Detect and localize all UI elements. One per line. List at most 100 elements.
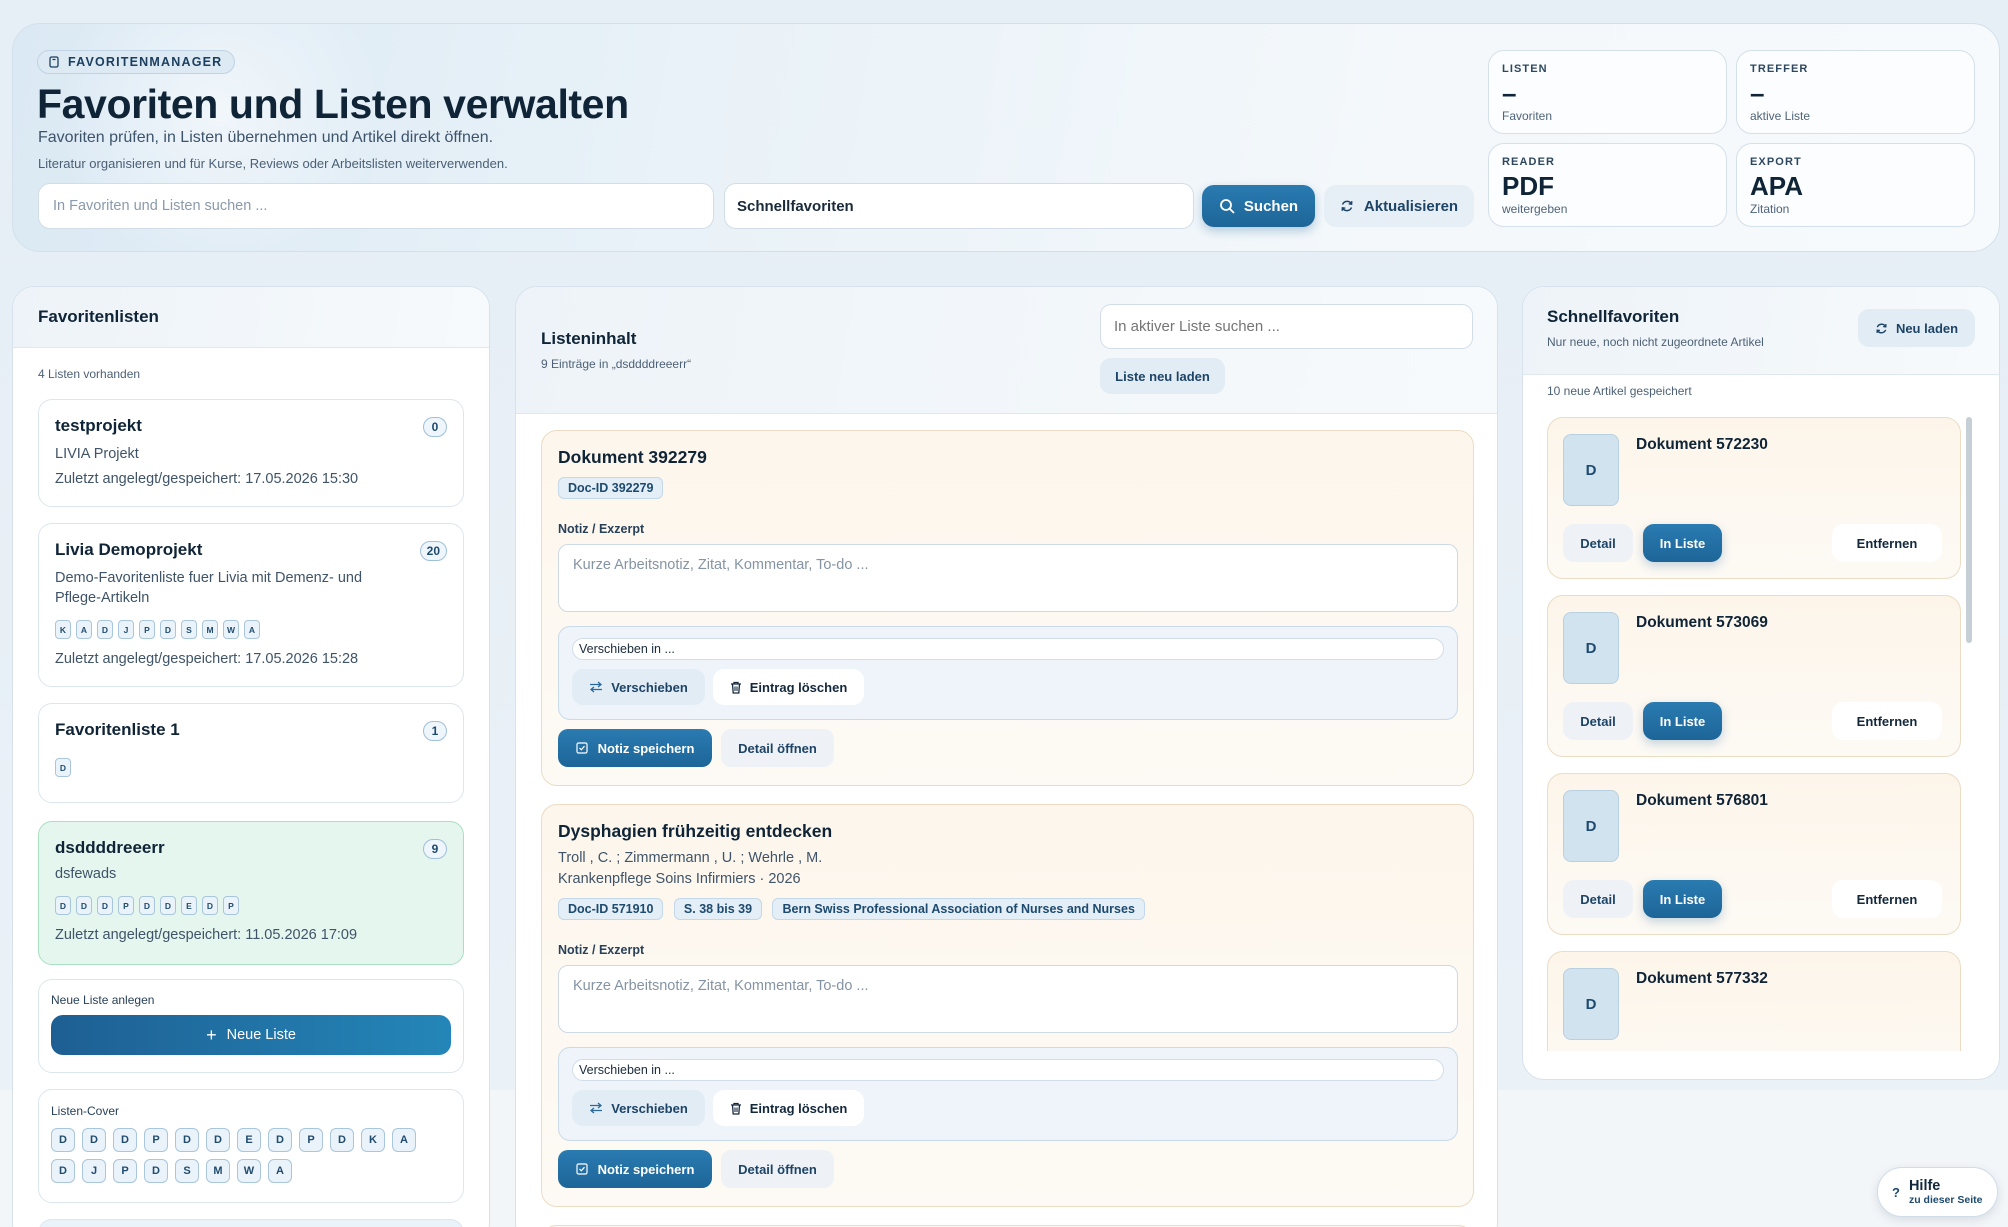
stat-label: READER [1502, 156, 1556, 168]
list-cover-chips: D D D P D D E D P D K A D J P D S M W A [51, 1128, 441, 1183]
quick-favorites-count: 10 neue Artikel gespeichert [1547, 384, 1692, 398]
quick-favorites-list[interactable]: D Dokument 572230 Detail In Liste Entfer… [1523, 417, 1999, 1051]
refresh-button[interactable]: Aktualisieren [1324, 185, 1474, 227]
cover-chip[interactable]: D [113, 1128, 137, 1152]
quick-add-to-list-button[interactable]: In Liste [1643, 702, 1722, 740]
stat-caption: aktive Liste [1750, 109, 1811, 123]
list-chips: D [55, 758, 447, 777]
scope-select[interactable]: Schnellfavoriten [724, 183, 1194, 229]
search-icon [1220, 199, 1235, 214]
cover-chip[interactable]: P [299, 1128, 323, 1152]
cover-chip[interactable]: M [206, 1159, 230, 1183]
move-target-placeholder: Verschieben in ... [579, 1063, 675, 1077]
delete-entry-button-label: Eintrag löschen [749, 1100, 848, 1116]
quick-favorite-card: D Dokument 577332 Detail In Liste Entfer… [1547, 951, 1961, 1051]
list-description: dsfewads [55, 866, 117, 882]
list-content-panel: Listeninhalt 9 Einträge in „dsddddreeerr… [515, 286, 1498, 1227]
stat-caption: weitergeben [1502, 202, 1568, 216]
move-entry-box: Verschieben in ... Verschieben Eintrag l… [558, 1047, 1458, 1141]
cover-chip[interactable]: W [237, 1159, 261, 1183]
swap-arrows-icon [590, 1102, 603, 1114]
cover-chip[interactable]: D [144, 1159, 168, 1183]
save-note-button[interactable]: Notiz speichern [558, 1150, 712, 1188]
open-detail-button[interactable]: Detail öffnen [721, 1150, 834, 1188]
stat-label: TREFFER [1750, 63, 1809, 75]
cover-chip[interactable]: D [51, 1159, 75, 1183]
cover-chip[interactable]: P [113, 1159, 137, 1183]
quick-detail-button[interactable]: Detail [1563, 880, 1633, 918]
refresh-button-label: Aktualisieren [1363, 197, 1459, 215]
list-chip: P [118, 896, 134, 915]
quick-favorite-title: Dokument 577332 [1636, 970, 1768, 987]
cover-chip[interactable]: D [82, 1128, 106, 1152]
list-count-badge: 9 [423, 839, 447, 859]
save-note-button[interactable]: Notiz speichern [558, 729, 712, 767]
move-button[interactable]: Verschieben [572, 669, 705, 705]
cover-chip[interactable]: A [268, 1159, 292, 1183]
list-chip: A [76, 620, 92, 639]
cover-chip[interactable]: D [51, 1128, 75, 1152]
new-list-section: Neue Liste anlegen + Neue Liste [38, 979, 464, 1073]
list-card-testprojekt[interactable]: testprojekt 0 LIVIA Projekt Zuletzt ange… [38, 399, 464, 507]
quick-add-to-list-button[interactable]: In Liste [1643, 524, 1722, 562]
document-thumbnail: D [1563, 434, 1619, 506]
move-target-select[interactable]: Verschieben in ... [572, 638, 1444, 660]
list-card-favoritenliste-1[interactable]: Favoritenliste 1 1 D [38, 703, 464, 803]
document-thumbnail: D [1563, 968, 1619, 1040]
help-icon: ? [1892, 1184, 1900, 1200]
document-thumbnail: D [1563, 790, 1619, 862]
list-chip: K [55, 620, 71, 639]
move-button[interactable]: Verschieben [572, 1090, 705, 1126]
open-detail-button[interactable]: Detail öffnen [721, 729, 834, 767]
stat-value: – [1750, 78, 1765, 108]
quick-remove-button[interactable]: Entfernen [1832, 702, 1942, 740]
stat-value: PDF [1502, 171, 1554, 201]
list-chip: M [202, 620, 218, 639]
search-button[interactable]: Suchen [1202, 185, 1315, 227]
list-card-dsddddreeerr[interactable]: dsddddreeerr 9 dsfewads D D D P D D E D … [38, 821, 464, 965]
quick-add-to-list-button[interactable]: In Liste [1643, 880, 1722, 918]
quick-remove-button[interactable]: Entfernen [1832, 524, 1942, 562]
list-count-badge: 1 [423, 721, 447, 741]
delete-entry-button[interactable]: Eintrag löschen [713, 669, 864, 705]
quick-favorites-subtitle: Nur neue, noch nicht zugeordnete Artikel [1547, 335, 1764, 349]
help-button[interactable]: ? Hilfe zu dieser Seite [1877, 1167, 1998, 1217]
note-textarea[interactable] [558, 544, 1458, 612]
page-title: Favoriten und Listen verwalten [37, 81, 629, 127]
cover-chip[interactable]: K [361, 1128, 385, 1152]
move-target-select[interactable]: Verschieben in ... [572, 1059, 1444, 1081]
delete-entry-button[interactable]: Eintrag löschen [713, 1090, 864, 1126]
reload-list-button[interactable]: Liste neu laden [1100, 358, 1225, 394]
cover-chip[interactable]: D [175, 1128, 199, 1152]
quick-detail-button[interactable]: Detail [1563, 702, 1633, 740]
active-list-search-input[interactable] [1100, 304, 1473, 349]
quick-remove-button[interactable]: Entfernen [1832, 880, 1942, 918]
note-textarea[interactable] [558, 965, 1458, 1033]
global-search-input[interactable] [38, 183, 714, 229]
quick-favorites-scrollbar[interactable] [1966, 417, 1972, 643]
cover-chip[interactable]: D [206, 1128, 230, 1152]
plus-icon: + [206, 1024, 217, 1045]
open-detail-button-label: Detail öffnen [738, 1161, 817, 1177]
cover-chip[interactable]: E [237, 1128, 261, 1152]
cover-chip[interactable]: S [175, 1159, 199, 1183]
note-check-icon [575, 742, 588, 754]
quick-reload-button[interactable]: Neu laden [1858, 309, 1975, 347]
cover-chip[interactable]: P [144, 1128, 168, 1152]
quick-detail-button[interactable]: Detail [1563, 524, 1633, 562]
stat-card-reader: READER PDF weitergeben [1488, 143, 1727, 227]
delete-entry-button-label: Eintrag löschen [749, 679, 848, 695]
entry-tag: S. 38 bis 39 [673, 898, 763, 920]
entry-title: Dysphagien frühzeitig entdecken [558, 821, 833, 841]
cover-chip[interactable]: J [82, 1159, 106, 1183]
quick-favorite-card: D Dokument 573069 Detail In Liste Entfer… [1547, 595, 1961, 757]
list-chip: D [55, 896, 71, 915]
stat-card-export: EXPORT APA Zitation [1736, 143, 1975, 227]
document-thumbnail: D [1563, 612, 1619, 684]
list-card-livia-demoprojekt[interactable]: Livia Demoprojekt 20 Demo-Favoritenliste… [38, 523, 464, 687]
cover-chip[interactable]: A [392, 1128, 416, 1152]
cover-chip[interactable]: D [268, 1128, 292, 1152]
new-list-button[interactable]: + Neue Liste [51, 1015, 451, 1055]
cover-chip[interactable]: D [330, 1128, 354, 1152]
quick-favorite-card: D Dokument 576801 Detail In Liste Entfer… [1547, 773, 1961, 935]
